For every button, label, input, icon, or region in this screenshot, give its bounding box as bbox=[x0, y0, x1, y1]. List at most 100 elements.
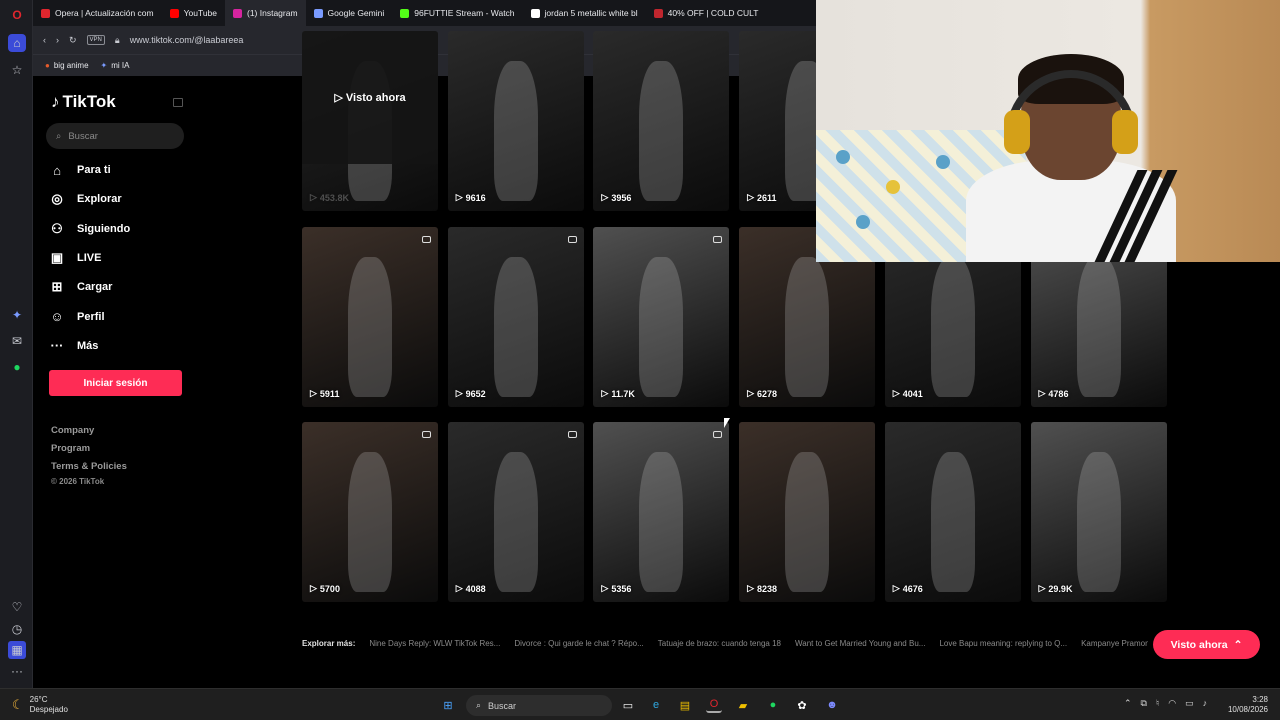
tab-favicon-icon bbox=[41, 8, 50, 18]
home-icon: ⌂ bbox=[53, 162, 61, 178]
explore-link[interactable]: Tatuaje de brazo: cuando tenga 18 bbox=[658, 639, 781, 648]
play-icon: ▷ bbox=[747, 192, 755, 202]
display-icon[interactable]: ▭ bbox=[1185, 698, 1194, 709]
weather-widget[interactable]: ☾ 26°C Despejado bbox=[12, 695, 68, 715]
play-icon: ▷ bbox=[310, 192, 317, 202]
browser-tab[interactable]: 40% OFF | COLD CULT bbox=[646, 0, 767, 26]
video-card[interactable]: ▷ 3956 bbox=[593, 31, 730, 211]
browser-tab[interactable]: 96FUTTIE Stream - Watch bbox=[392, 0, 522, 26]
footer-program[interactable]: Program bbox=[51, 443, 90, 454]
opera-logo-icon[interactable]: O bbox=[8, 6, 26, 24]
footer-terms[interactable]: Terms & Policies bbox=[51, 461, 127, 472]
spotify-taskbar-icon[interactable]: ● bbox=[765, 697, 781, 713]
home-icon[interactable]: ⌂ bbox=[8, 34, 26, 52]
network-icon[interactable]: ⧉ bbox=[1141, 698, 1147, 709]
spotify-icon[interactable]: ● bbox=[8, 358, 26, 376]
play-icon: ▷ bbox=[601, 388, 609, 398]
video-thumbnail bbox=[348, 452, 392, 592]
explore-link[interactable]: Kampanye Pramono bbox=[1081, 639, 1148, 648]
login-button[interactable]: Iniciar sesión bbox=[49, 370, 182, 396]
video-card[interactable]: ▷ 5911 bbox=[302, 227, 438, 407]
history-icon[interactable]: ◷ bbox=[8, 620, 26, 638]
explore-link[interactable]: Love Bapu meaning: replying to Q... bbox=[939, 639, 1067, 648]
taskbar-search[interactable]: ⌕ Buscar bbox=[466, 695, 612, 716]
gemini-icon[interactable]: ✦ bbox=[8, 306, 26, 324]
profile-icon: ☺ bbox=[50, 309, 64, 324]
search-input[interactable]: ⌕ Buscar bbox=[46, 123, 184, 149]
video-card[interactable]: ▷ 4676 bbox=[884, 422, 1021, 602]
start-icon[interactable]: ⊞ bbox=[440, 697, 456, 713]
nav-item-cargar[interactable]: ⊞ Cargar bbox=[49, 274, 199, 300]
extensions-icon[interactable]: ▦ bbox=[8, 641, 26, 659]
nav-item-explorar[interactable]: ◎ Explorar bbox=[49, 186, 199, 212]
view-count: ▷ 5356 bbox=[601, 583, 631, 594]
tiktok-logo[interactable]: ♪ TikTok bbox=[51, 92, 116, 112]
url-field[interactable]: www.tiktok.com/@laabareea bbox=[130, 35, 244, 45]
clock[interactable]: 3:28 10/08/2026 bbox=[1228, 695, 1268, 715]
video-card[interactable]: ▷ 9652 bbox=[447, 227, 584, 407]
back-icon[interactable]: ‹ bbox=[43, 35, 46, 45]
view-count: ▷ 5700 bbox=[310, 583, 340, 594]
edge-icon[interactable]: e bbox=[648, 697, 664, 713]
video-card[interactable]: ▷ 5700 bbox=[302, 422, 438, 602]
explore-link[interactable]: Nine Days Reply: WLW TikTok Res... bbox=[369, 639, 500, 648]
discord-icon[interactable]: ☻ bbox=[824, 697, 840, 713]
browser-tab[interactable]: jordan 5 metallic white bl bbox=[523, 0, 646, 26]
collapse-sidebar-icon[interactable] bbox=[173, 98, 183, 107]
video-card[interactable]: ▷ 29.9K bbox=[1030, 422, 1167, 602]
watch-now-button[interactable]: Visto ahora ⌃ bbox=[1153, 630, 1260, 659]
tab-favicon-icon bbox=[653, 8, 663, 18]
chevron-up-icon[interactable]: ⌃ bbox=[1124, 698, 1132, 709]
nav-item-siguiendo[interactable]: ⚇ Siguiendo bbox=[49, 216, 199, 242]
windows-taskbar: ☾ 26°C Despejado ⊞ ⌕ Buscar ▭ e ▤ O ▰ ● … bbox=[0, 688, 1280, 720]
view-count: ▷ 11.7K bbox=[601, 388, 634, 399]
nav-item-perfil[interactable]: ☺ Perfil bbox=[49, 304, 199, 330]
video-thumbnail bbox=[930, 257, 975, 397]
store-icon[interactable]: ▤ bbox=[677, 697, 693, 713]
browser-tab[interactable]: Opera | Actualización com bbox=[33, 0, 162, 26]
nav-item-para-ti[interactable]: ⌂ Para ti bbox=[49, 157, 199, 183]
file-explorer-icon[interactable]: ▰ bbox=[735, 697, 751, 713]
browser-tab[interactable]: YouTube bbox=[162, 0, 225, 26]
video-card[interactable]: ▷ 5356 bbox=[593, 422, 730, 602]
mic-icon[interactable]: ♮ bbox=[1156, 698, 1159, 709]
video-thumbnail bbox=[930, 452, 975, 592]
nav-item-más[interactable]: ··· Más bbox=[49, 333, 199, 359]
system-tray: ⌃ ⧉ ♮ ◠ ▭ ♪ bbox=[1124, 698, 1207, 709]
app-icon[interactable]: ✿ bbox=[794, 697, 810, 713]
pinboard-icon[interactable]: ☆ bbox=[8, 61, 26, 79]
opera-taskbar-icon[interactable]: O bbox=[706, 697, 722, 713]
browser-tab[interactable]: (1) Instagram bbox=[225, 0, 306, 26]
nav-item-live[interactable]: ▣ LIVE bbox=[49, 245, 199, 271]
explore-link[interactable]: Divorce : Qui garde le chat ? Répo... bbox=[514, 639, 643, 648]
reload-icon[interactable]: ↻ bbox=[69, 35, 77, 46]
tab-favicon-icon bbox=[530, 8, 540, 18]
browser-tab[interactable]: Google Gemini bbox=[306, 0, 393, 26]
volume-icon[interactable]: ♪ bbox=[1203, 698, 1208, 709]
bookmark-label: mi IA bbox=[111, 61, 130, 70]
video-card[interactable]: ▷ 8238 bbox=[739, 422, 876, 602]
multi-photo-icon bbox=[422, 431, 431, 438]
explore-link[interactable]: Want to Get Married Young and Bu... bbox=[795, 639, 925, 648]
video-card[interactable]: ▷ 11.7K bbox=[593, 227, 730, 407]
more-icon[interactable]: ··· bbox=[8, 662, 26, 680]
forward-icon[interactable]: › bbox=[56, 35, 59, 45]
heart-icon[interactable]: ♡ bbox=[8, 598, 26, 616]
gemini-icon: ✦ bbox=[100, 61, 108, 70]
mouse-cursor bbox=[724, 418, 730, 428]
video-card[interactable]: ▷ 9616 bbox=[447, 31, 584, 211]
vpn-badge[interactable]: VPN bbox=[86, 35, 105, 45]
gmail-icon[interactable]: ✉ bbox=[8, 332, 26, 350]
footer-company[interactable]: Company bbox=[51, 425, 94, 436]
view-count-text: 453.8K bbox=[319, 192, 349, 203]
bookmark-big-anime[interactable]: ● big anime bbox=[45, 61, 89, 70]
video-card[interactable]: ▷ Visto ahora ▷ 453.8K bbox=[302, 31, 438, 211]
wifi-icon[interactable]: ◠ bbox=[1168, 698, 1176, 709]
nav-label: Explorar bbox=[77, 193, 122, 206]
bookmark-mi-ia[interactable]: ✦ mi IA bbox=[101, 61, 130, 70]
nav-label: Para ti bbox=[77, 164, 111, 176]
video-thumbnail bbox=[785, 452, 830, 592]
view-count: ▷ 29.9K bbox=[1039, 583, 1073, 594]
task-view-icon[interactable]: ▭ bbox=[620, 697, 636, 713]
video-card[interactable]: ▷ 4088 bbox=[447, 422, 584, 602]
